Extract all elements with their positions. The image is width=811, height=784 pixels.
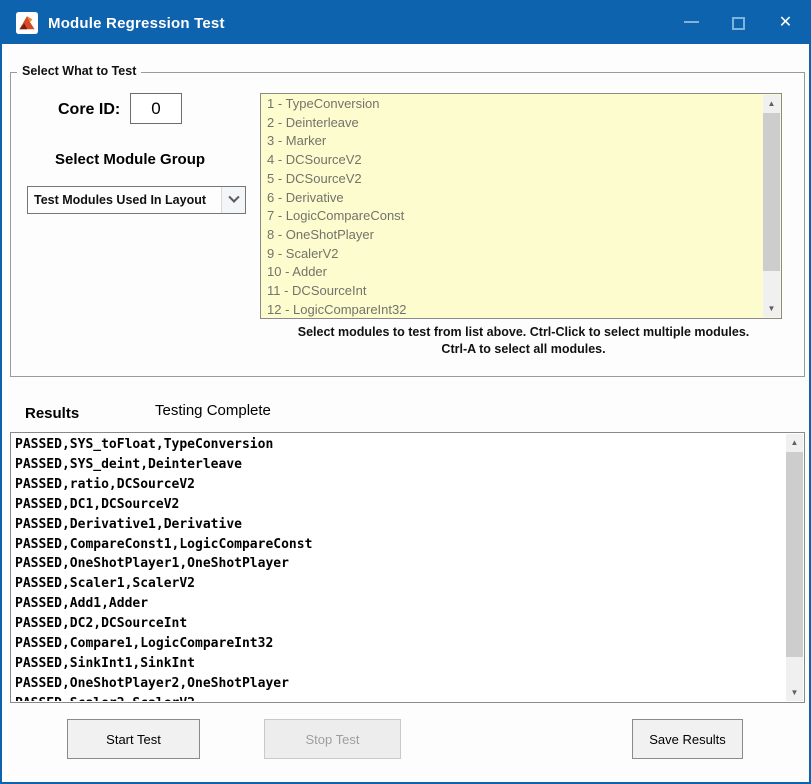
results-scrollbar[interactable]: ▲ ▼ bbox=[786, 434, 803, 701]
results-listbox[interactable]: PASSED,SYS_toFloat,TypeConversionPASSED,… bbox=[10, 432, 805, 703]
minimize-button[interactable]: — bbox=[668, 2, 715, 44]
module-list-scrollbar[interactable]: ▲ ▼ bbox=[763, 95, 780, 317]
scrollbar-thumb[interactable] bbox=[786, 452, 803, 657]
result-row[interactable]: PASSED,SYS_deint,Deinterleave bbox=[13, 455, 785, 475]
maximize-button[interactable] bbox=[715, 2, 762, 44]
panel-legend: Select What to Test bbox=[17, 64, 141, 78]
module-list-item[interactable]: 6 - Derivative bbox=[262, 189, 763, 208]
chevron-down-icon bbox=[228, 192, 239, 203]
window-controls: — ✕ bbox=[668, 2, 809, 44]
select-what-to-test-panel: Select What to Test Core ID: Select Modu… bbox=[10, 72, 805, 377]
title-bar: Module Regression Test — ✕ bbox=[2, 2, 809, 44]
scroll-down-icon[interactable]: ▼ bbox=[763, 300, 780, 317]
matlab-icon bbox=[16, 12, 38, 34]
module-listbox[interactable]: 1 - TypeConversion2 - Deinterleave3 - Ma… bbox=[260, 93, 782, 319]
scroll-up-icon[interactable]: ▲ bbox=[786, 434, 803, 451]
close-button[interactable]: ✕ bbox=[762, 2, 809, 44]
module-list-item[interactable]: 9 - ScalerV2 bbox=[262, 245, 763, 264]
result-row[interactable]: PASSED,Compare1,LogicCompareInt32 bbox=[13, 634, 785, 654]
module-group-label: Select Module Group bbox=[55, 151, 205, 168]
module-group-selected-value: Test Modules Used In Layout bbox=[28, 193, 221, 207]
results-label: Results bbox=[25, 405, 79, 422]
result-row[interactable]: PASSED,SinkInt1,SinkInt bbox=[13, 654, 785, 674]
scroll-up-icon[interactable]: ▲ bbox=[763, 95, 780, 112]
scrollbar-thumb[interactable] bbox=[763, 113, 780, 271]
result-row[interactable]: PASSED,Scaler1,ScalerV2 bbox=[13, 574, 785, 594]
help-text-line2: Ctrl-A to select all modules. bbox=[251, 342, 796, 356]
result-row[interactable]: PASSED,CompareConst1,LogicCompareConst bbox=[13, 535, 785, 555]
module-list-item[interactable]: 3 - Marker bbox=[262, 132, 763, 151]
module-list-item[interactable]: 10 - Adder bbox=[262, 263, 763, 282]
results-status-text: Testing Complete bbox=[155, 402, 271, 419]
module-list-item[interactable]: 4 - DCSourceV2 bbox=[262, 151, 763, 170]
core-id-label: Core ID: bbox=[58, 101, 120, 119]
module-list-item[interactable]: 11 - DCSourceInt bbox=[262, 282, 763, 301]
result-row[interactable]: PASSED,ratio,DCSourceV2 bbox=[13, 475, 785, 495]
scroll-down-icon[interactable]: ▼ bbox=[786, 684, 803, 701]
close-icon: ✕ bbox=[779, 15, 792, 31]
stop-test-button[interactable]: Stop Test bbox=[264, 719, 401, 759]
result-row[interactable]: PASSED,DC2,DCSourceInt bbox=[13, 614, 785, 634]
module-list-item[interactable]: 5 - DCSourceV2 bbox=[262, 170, 763, 189]
results-list: PASSED,SYS_toFloat,TypeConversionPASSED,… bbox=[13, 435, 785, 701]
help-text-line1: Select modules to test from list above. … bbox=[251, 325, 796, 339]
result-row[interactable]: PASSED,OneShotPlayer1,OneShotPlayer bbox=[13, 554, 785, 574]
result-row[interactable]: PASSED,Scaler2,ScalerV2 bbox=[13, 694, 785, 701]
module-list-item[interactable]: 12 - LogicCompareInt32 bbox=[262, 301, 763, 317]
module-list: 1 - TypeConversion2 - Deinterleave3 - Ma… bbox=[262, 95, 763, 317]
module-list-item[interactable]: 8 - OneShotPlayer bbox=[262, 226, 763, 245]
start-test-button[interactable]: Start Test bbox=[67, 719, 200, 759]
result-row[interactable]: PASSED,Add1,Adder bbox=[13, 594, 785, 614]
result-row[interactable]: PASSED,DC1,DCSourceV2 bbox=[13, 495, 785, 515]
result-row[interactable]: PASSED,Derivative1,Derivative bbox=[13, 515, 785, 535]
result-row[interactable]: PASSED,SYS_toFloat,TypeConversion bbox=[13, 435, 785, 455]
module-list-item[interactable]: 2 - Deinterleave bbox=[262, 114, 763, 133]
result-row[interactable]: PASSED,OneShotPlayer2,OneShotPlayer bbox=[13, 674, 785, 694]
module-group-dropdown[interactable]: Test Modules Used In Layout bbox=[27, 186, 246, 214]
maximize-icon bbox=[732, 17, 745, 30]
window-title: Module Regression Test bbox=[48, 15, 225, 32]
core-id-input[interactable] bbox=[130, 93, 182, 124]
minimize-icon: — bbox=[684, 14, 699, 29]
module-list-item[interactable]: 7 - LogicCompareConst bbox=[262, 207, 763, 226]
module-list-item[interactable]: 1 - TypeConversion bbox=[262, 95, 763, 114]
module-regression-test-window: Module Regression Test — ✕ Select What t… bbox=[0, 0, 811, 784]
save-results-button[interactable]: Save Results bbox=[632, 719, 743, 759]
dropdown-arrow-button[interactable] bbox=[221, 187, 245, 213]
